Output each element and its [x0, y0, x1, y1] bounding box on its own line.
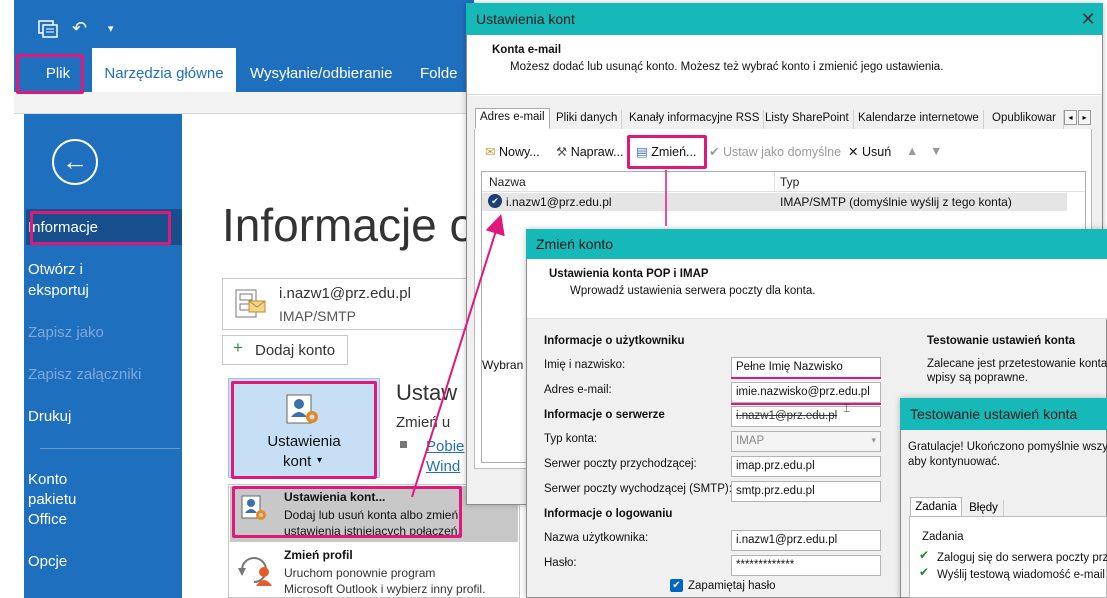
arrow-to-accounts-list — [411, 214, 505, 498]
callout-arrows — [411, 170, 667, 498]
